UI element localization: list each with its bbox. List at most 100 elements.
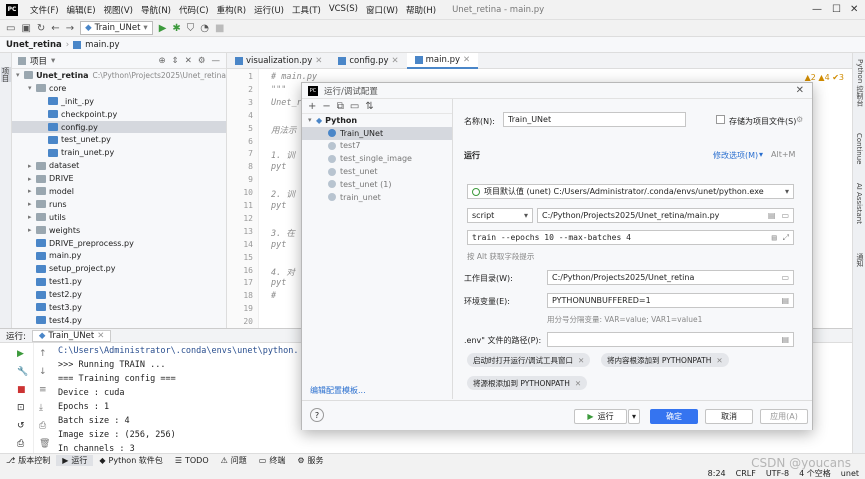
collapse-icon[interactable]: ⇕ bbox=[172, 56, 179, 66]
expand-arrow-icon[interactable]: ▸ bbox=[28, 200, 36, 208]
chevron-down-icon[interactable]: ▾ bbox=[51, 56, 55, 66]
maximize-icon[interactable]: ☐ bbox=[832, 4, 841, 15]
tree-item[interactable]: DRIVE_preprocess.py bbox=[12, 237, 226, 250]
config-item[interactable]: test_unet bbox=[302, 165, 452, 178]
script-params-input[interactable]: train --epochs 10 --max-batches 4 ▤ ⤢ bbox=[467, 230, 794, 245]
env-input[interactable]: PYTHONUNBUFFERED=1 ▤ bbox=[547, 293, 794, 308]
apply-button[interactable]: 应用(A) bbox=[760, 409, 808, 424]
run-tab[interactable]: ◆ Train_UNet ✕ bbox=[31, 329, 112, 342]
up-icon[interactable]: ↑ bbox=[39, 349, 47, 359]
tool-window-tab[interactable]: ▶ 运行 bbox=[56, 455, 94, 466]
run-dropdown-button[interactable]: ▾ bbox=[628, 409, 640, 424]
browse-icon[interactable]: ▤ bbox=[768, 211, 776, 220]
expand-arrow-icon[interactable]: ▸ bbox=[28, 162, 36, 170]
edit-templates-link[interactable]: 编辑配置模板... bbox=[310, 385, 366, 396]
menu-item[interactable]: 运行(U) bbox=[250, 4, 288, 16]
tree-item[interactable]: setup_project.py bbox=[12, 262, 226, 275]
interpreter-select[interactable]: 项目默认值 (unet) C:/Users/Administrator/.con… bbox=[467, 184, 794, 199]
config-item[interactable]: test_unet (1) bbox=[302, 178, 452, 191]
tree-item[interactable]: test2.py bbox=[12, 288, 226, 301]
coverage-icon[interactable]: ⛉ bbox=[187, 23, 195, 34]
breadcrumb-project[interactable]: Unet_retina bbox=[6, 40, 62, 50]
remove-chip-icon[interactable]: ✕ bbox=[716, 356, 722, 365]
cancel-button[interactable]: 取消 bbox=[705, 409, 753, 424]
back-icon[interactable]: ← bbox=[51, 23, 59, 34]
right-tool-tab[interactable]: Continue bbox=[855, 133, 863, 164]
editor-tab[interactable]: main.py ✕ bbox=[406, 52, 479, 69]
forward-icon[interactable]: → bbox=[66, 23, 74, 34]
close-tab-icon[interactable]: ✕ bbox=[392, 56, 399, 66]
tree-item[interactable]: ▸ utils bbox=[12, 211, 226, 224]
print-icon[interactable]: ⎙ bbox=[17, 439, 24, 449]
tree-item[interactable]: _init_.py bbox=[12, 95, 226, 108]
expand-arrow-icon[interactable]: ▾ bbox=[16, 71, 24, 79]
config-group-python[interactable]: ▾ ◆ Python bbox=[302, 114, 452, 127]
close-tab-icon[interactable]: ✕ bbox=[315, 56, 322, 66]
close-panel-icon[interactable]: ✕ bbox=[185, 56, 192, 66]
hide-icon[interactable]: — bbox=[212, 56, 221, 66]
restore-icon[interactable]: ↺ bbox=[17, 421, 25, 431]
sort-icon[interactable]: ⇅ bbox=[365, 101, 373, 112]
expand-arrow-icon[interactable]: ▾ bbox=[28, 84, 36, 92]
menu-item[interactable]: 编辑(E) bbox=[63, 4, 100, 16]
pin-icon[interactable]: ⊡ bbox=[17, 403, 25, 413]
tree-item[interactable]: ▾ core bbox=[12, 82, 226, 95]
config-item[interactable]: test_single_image bbox=[302, 152, 452, 165]
tree-item[interactable]: test4.py bbox=[12, 314, 226, 327]
remove-chip-icon[interactable]: ✕ bbox=[578, 356, 584, 365]
tool-window-tab[interactable]: ◆ Python 软件包 bbox=[93, 455, 168, 466]
menu-item[interactable]: 重构(R) bbox=[213, 4, 251, 16]
remove-chip-icon[interactable]: ✕ bbox=[575, 379, 581, 388]
profile-icon[interactable]: ◔ bbox=[200, 23, 209, 34]
project-panel-title[interactable]: 项目 bbox=[30, 55, 47, 67]
tree-item[interactable]: checkpoint.py bbox=[12, 108, 226, 121]
stop-icon[interactable]: ■ bbox=[17, 385, 26, 395]
debug-icon[interactable]: ✱ bbox=[172, 23, 180, 34]
gear-icon[interactable]: ⚙ bbox=[198, 56, 206, 66]
remove-icon[interactable]: − bbox=[322, 101, 330, 112]
option-chip-source-roots[interactable]: 将源根添加到 PYTHONPATH ✕ bbox=[467, 376, 588, 390]
tree-item[interactable]: main.py bbox=[12, 249, 226, 262]
tool-window-tab[interactable]: ▭ 终端 bbox=[253, 455, 292, 466]
refresh-icon[interactable]: ↻ bbox=[37, 23, 45, 34]
ok-button[interactable]: 确定 bbox=[650, 409, 698, 424]
tree-root[interactable]: ▾ Unet_retina C:\Python\Projects2025\Une… bbox=[12, 69, 226, 82]
close-tab-icon[interactable]: ✕ bbox=[97, 331, 104, 341]
expand-arrow-icon[interactable]: ▸ bbox=[28, 226, 36, 234]
tree-item[interactable]: ▸ DRIVE bbox=[12, 172, 226, 185]
modify-options-link[interactable]: 修改选项(M) bbox=[713, 150, 758, 161]
tree-item[interactable]: ▸ runs bbox=[12, 198, 226, 211]
tree-item[interactable]: train_unet.py bbox=[12, 146, 226, 159]
close-tab-icon[interactable]: ✕ bbox=[463, 55, 470, 65]
menu-item[interactable]: 文件(F) bbox=[26, 4, 63, 16]
minimize-icon[interactable]: — bbox=[812, 4, 822, 15]
run-button[interactable]: ▶ 运行 bbox=[574, 409, 627, 424]
tree-item[interactable]: ▸ weights bbox=[12, 224, 226, 237]
stop-icon[interactable]: ■ bbox=[215, 23, 224, 34]
script-type-select[interactable]: script ▾ bbox=[467, 208, 533, 223]
tool-window-tab[interactable]: ☰ TODO bbox=[169, 456, 215, 465]
folder-icon[interactable]: ▭ bbox=[781, 273, 789, 282]
store-as-file-checkbox[interactable] bbox=[716, 115, 725, 124]
name-input[interactable]: Train_UNet bbox=[503, 112, 686, 127]
expand-arrow-icon[interactable]: ▸ bbox=[28, 213, 36, 221]
tool-window-tab[interactable]: ⚠ 问题 bbox=[215, 455, 253, 466]
save-icon[interactable]: ▣ bbox=[21, 23, 30, 34]
menu-item[interactable]: 视图(V) bbox=[100, 4, 137, 16]
folder-icon[interactable]: ▭ bbox=[6, 23, 15, 34]
scroll-end-icon[interactable]: ⤓ bbox=[39, 403, 43, 413]
browse-icon[interactable]: ▤ bbox=[781, 335, 789, 344]
menu-item[interactable]: 工具(T) bbox=[288, 4, 325, 16]
tree-item[interactable]: config.py bbox=[12, 120, 226, 134]
dotenv-input[interactable]: ▤ bbox=[547, 332, 794, 347]
trash-icon[interactable]: 🗑 bbox=[39, 439, 50, 449]
add-icon[interactable]: + bbox=[308, 101, 316, 112]
menu-item[interactable]: VCS(S) bbox=[325, 4, 362, 16]
locate-icon[interactable]: ⊕ bbox=[159, 56, 166, 66]
rerun-icon[interactable]: ▶ bbox=[17, 349, 24, 359]
copy-icon[interactable]: ⧉ bbox=[337, 101, 344, 112]
gear-icon[interactable]: ⚙ bbox=[796, 115, 803, 124]
config-item[interactable]: Train_UNet bbox=[302, 126, 452, 140]
tree-item[interactable]: test3.py bbox=[12, 301, 226, 314]
run-icon[interactable]: ▶ bbox=[159, 23, 167, 34]
